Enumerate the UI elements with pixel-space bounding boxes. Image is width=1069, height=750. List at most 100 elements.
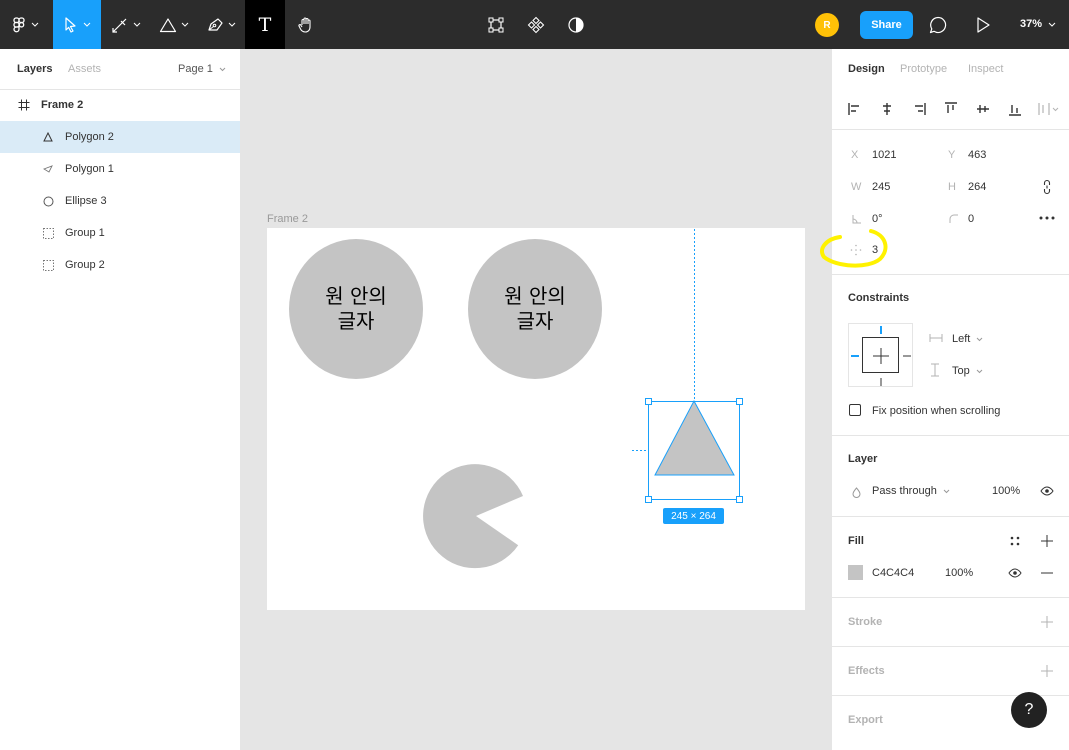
fill-section: Fill C4C4C4 100% — [832, 517, 1069, 598]
component-frame-button[interactable] — [483, 0, 509, 49]
layer-name: Frame 2 — [41, 99, 84, 111]
horizontal-constraint-icon — [929, 333, 943, 343]
align-right-icon[interactable] — [912, 102, 926, 116]
shape-tool-button[interactable] — [152, 0, 196, 49]
main-menu-button[interactable] — [6, 0, 44, 49]
constraints-title: Constraints — [848, 292, 910, 304]
tab-design[interactable]: Design — [848, 63, 885, 75]
align-bottom-icon[interactable] — [1008, 102, 1022, 116]
size-badge: 245 × 264 — [663, 508, 724, 524]
properties-panel: Design Prototype Inspect X 1021 Y 463 W … — [820, 49, 1069, 750]
vertical-constraint-icon — [929, 363, 941, 377]
constrain-proportions-icon[interactable] — [1041, 178, 1053, 196]
add-stroke-icon[interactable] — [1040, 615, 1054, 629]
text-tool-button[interactable]: T — [245, 0, 285, 49]
distribute-icon[interactable] — [1038, 102, 1060, 116]
layer-section: Layer Pass through 100% — [832, 436, 1069, 517]
layer-title: Layer — [848, 453, 878, 465]
more-options-icon[interactable] — [1038, 212, 1056, 224]
layer-opacity-input[interactable]: 100% — [992, 485, 1020, 497]
figma-logo-icon — [12, 16, 26, 33]
canvas-overlay — [423, 229, 743, 569]
component-icon — [527, 16, 545, 34]
page-selector[interactable]: Page 1 — [178, 63, 226, 75]
triangle-icon — [159, 17, 177, 33]
create-component-button[interactable] — [523, 0, 549, 49]
resize-handle — [736, 496, 743, 503]
fill-opacity-input[interactable]: 100% — [945, 567, 973, 579]
fix-position-checkbox[interactable] — [849, 404, 861, 416]
blend-mode-select[interactable]: Pass through — [872, 485, 950, 497]
layer-row-polygon-1[interactable]: Polygon 1 — [0, 153, 240, 185]
mask-button[interactable] — [563, 0, 589, 49]
tab-assets[interactable]: Assets — [68, 63, 101, 75]
hand-tool-button[interactable] — [287, 0, 325, 49]
contrast-icon — [567, 16, 585, 34]
chevron-down-icon — [977, 337, 983, 342]
avatar[interactable]: R — [815, 13, 839, 37]
pencil-slash-icon — [111, 17, 129, 33]
play-icon — [975, 16, 991, 34]
tab-layers[interactable]: Layers — [17, 63, 52, 75]
transform-section: X 1021 Y 463 W 245 H 264 0° 0 3 — [820, 130, 1069, 275]
share-button[interactable]: Share — [860, 11, 913, 39]
horizontal-constraint-select[interactable]: Left — [952, 333, 983, 345]
fill-title: Fill — [848, 535, 864, 547]
layer-name: Polygon 2 — [65, 131, 114, 143]
layer-row-polygon-2[interactable]: Polygon 2 — [0, 121, 240, 153]
vertical-constraint-select[interactable]: Top — [952, 365, 983, 377]
tab-inspect[interactable]: Inspect — [968, 63, 1003, 75]
chevron-down-icon — [133, 22, 141, 27]
constraint-widget[interactable] — [848, 323, 913, 387]
ellipse-3-shape — [423, 464, 523, 569]
add-effect-icon[interactable] — [1040, 664, 1054, 678]
align-horizontal-center-icon[interactable] — [880, 102, 894, 116]
help-button[interactable]: ? — [1011, 692, 1047, 728]
layer-name: Polygon 1 — [65, 163, 114, 175]
width-input[interactable]: 245 — [872, 181, 890, 193]
x-input[interactable]: 1021 — [872, 149, 896, 161]
cursor-icon — [64, 16, 78, 33]
small-triangle-icon — [42, 163, 54, 175]
corner-radius-input[interactable]: 0 — [968, 213, 974, 225]
add-fill-icon[interactable] — [1040, 534, 1054, 548]
h-label: H — [948, 181, 956, 193]
align-left-icon[interactable] — [848, 102, 862, 116]
blend-drop-icon — [851, 486, 861, 498]
tab-prototype[interactable]: Prototype — [900, 63, 947, 75]
chevron-down-icon — [181, 22, 189, 27]
eye-icon[interactable] — [1039, 485, 1055, 497]
fill-visibility-icon[interactable] — [1007, 567, 1023, 579]
comment-button[interactable] — [925, 0, 951, 49]
remove-fill-icon[interactable] — [1040, 567, 1054, 579]
height-input[interactable]: 264 — [968, 181, 986, 193]
canvas[interactable]: Frame 2 원 안의 글자 원 안의 글자 245 × 264 — [241, 49, 831, 750]
pen-icon — [206, 17, 224, 33]
layer-row-group-1[interactable]: Group 1 — [0, 217, 240, 249]
left-panel-tabs: Layers Assets Page 1 — [0, 49, 240, 90]
chevron-down-icon — [31, 22, 38, 27]
align-top-icon[interactable] — [944, 102, 958, 116]
chevron-down-icon — [228, 22, 236, 27]
rotation-input[interactable]: 0° — [872, 213, 883, 225]
pen-tool-button[interactable] — [198, 0, 244, 49]
layer-row-ellipse-3[interactable]: Ellipse 3 — [0, 185, 240, 217]
effects-title: Effects — [848, 665, 885, 677]
chevron-down-icon — [976, 369, 983, 374]
transform-frame-icon — [487, 16, 505, 34]
move-tool-button[interactable] — [53, 0, 101, 49]
frame-tool-button[interactable] — [104, 0, 148, 49]
fill-swatch[interactable] — [848, 565, 863, 580]
y-input[interactable]: 463 — [968, 149, 986, 161]
rotation-icon — [851, 213, 862, 224]
fill-hex-input[interactable]: C4C4C4 — [872, 567, 914, 579]
layer-row-group-2[interactable]: Group 2 — [0, 249, 240, 281]
present-button[interactable] — [970, 0, 996, 49]
zoom-dropdown[interactable]: 37% — [1020, 18, 1056, 30]
polygon-2-shape — [654, 399, 735, 476]
text-icon: T — [258, 13, 272, 36]
style-grid-icon[interactable] — [1008, 534, 1022, 548]
triangle-icon — [42, 131, 54, 143]
layer-row-frame-2[interactable]: Frame 2 — [0, 89, 240, 121]
align-vertical-center-icon[interactable] — [976, 102, 990, 116]
